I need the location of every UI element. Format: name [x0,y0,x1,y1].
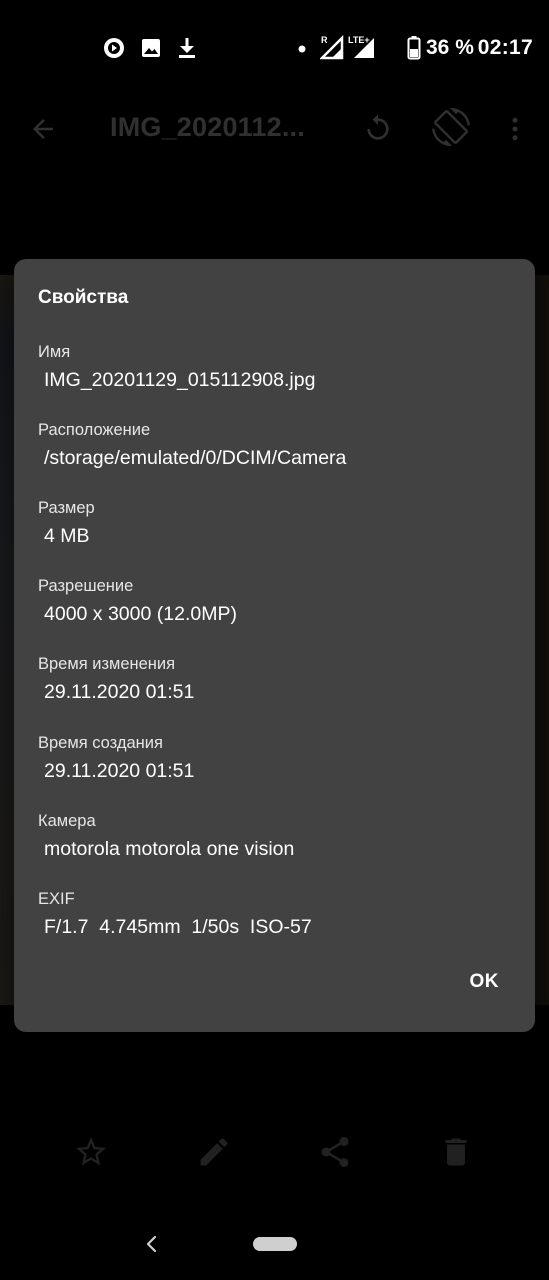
dot-icon [298,45,306,53]
status-bar: R LTE+ 36 % 02:17 [0,0,549,96]
property-value: 29.11.2020 01:51 [44,760,195,782]
property-created-time: Время создания 29.11.2020 01:51 [38,732,518,783]
dialog-title: Свойства [38,287,129,308]
app-bar: IMG_2020112... [0,96,549,166]
property-label: Имя [38,343,71,361]
property-label: Расположение [38,421,151,439]
property-value: IMG_20201129_015112908.jpg [44,369,316,391]
playstore-icon [104,38,124,58]
app-title: IMG_2020112... [110,112,305,142]
property-value: 29.11.2020 01:51 [44,681,195,703]
image-icon [142,39,160,57]
property-label: Размер [38,499,95,517]
property-label: EXIF [38,890,75,908]
property-label: Камера [38,812,96,830]
property-resolution: Разрешение 4000 x 3000 (12.0MP) [38,575,518,626]
signal-lte-icon: LTE+ [348,35,374,58]
battery-icon [407,36,421,60]
share-icon[interactable] [317,1134,353,1170]
ok-button[interactable]: OK [470,971,500,993]
property-value: F/1.7 4.745mm 1/50s ISO-57 [44,916,312,938]
property-location: Расположение /storage/emulated/0/DCIM/Ca… [38,419,518,470]
property-modified-time: Время изменения 29.11.2020 01:51 [38,653,518,704]
property-label: Время создания [38,734,163,752]
clock: 02:17 [477,36,533,59]
properties-dialog: Свойства Имя IMG_20201129_015112908.jpg … [14,259,535,1032]
download-icon [179,38,195,58]
property-size: Размер 4 MB [38,497,518,548]
nav-home-pill[interactable] [253,1237,297,1251]
property-camera: Камера motorola motorola one vision [38,810,518,861]
star-icon[interactable] [73,1134,109,1170]
property-value: motorola motorola one vision [44,838,295,860]
edit-icon[interactable] [196,1134,232,1170]
property-value: 4000 x 3000 (12.0MP) [44,603,237,625]
rotate-icon[interactable] [362,113,394,145]
screen-rotation-icon[interactable] [432,108,470,146]
nav-back-icon[interactable] [142,1232,162,1256]
battery-percent: 36 % [426,36,474,59]
property-value: 4 MB [44,525,90,547]
property-label: Время изменения [38,655,176,673]
more-vert-icon[interactable] [500,114,530,144]
delete-icon[interactable] [438,1134,474,1170]
back-arrow-icon[interactable] [28,114,58,144]
svg-text:R: R [321,35,328,45]
property-name: Имя IMG_20201129_015112908.jpg [38,341,518,392]
signal-roaming-icon: R [320,34,344,60]
property-value: /storage/emulated/0/DCIM/Camera [44,447,347,469]
property-exif: EXIF F/1.7 4.745mm 1/50s ISO-57 [38,888,518,939]
bottom-action-bar [0,1120,549,1190]
property-label: Разрешение [38,577,134,595]
network-type-label: LTE+ [348,35,370,45]
